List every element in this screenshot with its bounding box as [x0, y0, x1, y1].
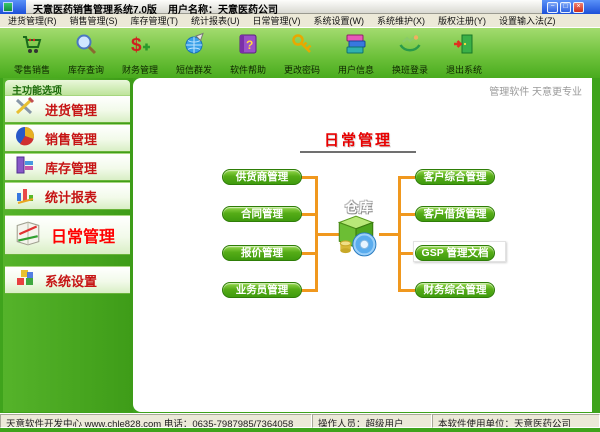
- tool-label: 财务管理: [122, 63, 158, 76]
- sidebar: 主功能选项 进货管理 销售管理 库存管理 统计报表 日常管理 系统设置: [0, 78, 133, 412]
- settings-icon: [14, 267, 36, 294]
- toolbar-user-info[interactable]: 用户信息: [332, 32, 380, 76]
- menu-maintenance[interactable]: 系统维护(X): [377, 14, 425, 27]
- sidebar-header: 主功能选项: [5, 80, 130, 95]
- tool-label: 用户信息: [338, 63, 374, 76]
- diagram-button-customer-borrow[interactable]: 客户借货管理: [415, 206, 495, 222]
- menu-registration[interactable]: 版权注册(Y): [438, 14, 486, 27]
- diagram-button-gsp-docs[interactable]: GSP 管理文档: [415, 245, 495, 261]
- toolbar-finance[interactable]: $ 财务管理: [116, 32, 164, 76]
- svg-text:$: $: [131, 35, 142, 56]
- shift-login-icon: [398, 32, 422, 61]
- connector-left-stub-1: [301, 176, 316, 179]
- page-title: 日常管理: [268, 129, 448, 150]
- connector-right-stub-4: [401, 289, 415, 292]
- restore-button[interactable]: □: [560, 2, 571, 13]
- toolbar-exit[interactable]: 退出系统: [440, 32, 488, 76]
- sidebar-item-label: 日常管理: [51, 223, 115, 247]
- warehouse-icon: [333, 212, 379, 258]
- menu-settings[interactable]: 系统设置(W): [314, 14, 365, 27]
- tool-label: 更改密码: [284, 63, 320, 76]
- svg-text:?: ?: [246, 38, 253, 52]
- toolbar: 零售销售 库存查询 $ 财务管理 短信群发 ? 软件帮助 更改密码 用户信息 换…: [0, 28, 600, 78]
- menu-sales[interactable]: 销售管理(S): [70, 14, 118, 27]
- purchase-icon: [14, 96, 36, 123]
- menu-inventory[interactable]: 库存管理(T): [131, 14, 179, 27]
- connector-right-vertical: [398, 176, 401, 292]
- sidebar-item-label: 系统设置: [45, 271, 97, 290]
- connector-left-stub-4: [301, 289, 316, 292]
- brand-slogan: 管理软件 天意更专业: [489, 83, 582, 98]
- toolbar-change-password[interactable]: 更改密码: [278, 32, 326, 76]
- app-window: 天意医药销售管理系统7.0版 用户名称：天意医药公司 − □ × 进货管理(R)…: [0, 0, 600, 432]
- connector-right-stub-1: [401, 176, 415, 179]
- diagram-button-supplier[interactable]: 供货商管理: [222, 169, 302, 185]
- finance-icon: $: [128, 32, 152, 61]
- menu-purchase[interactable]: 进货管理(R): [8, 14, 57, 27]
- search-icon: [74, 32, 98, 61]
- tool-label: 库存查询: [68, 63, 104, 76]
- tool-label: 退出系统: [446, 63, 482, 76]
- connector-left-stub-2: [301, 213, 316, 216]
- toolbar-sms[interactable]: 短信群发: [170, 32, 218, 76]
- menu-input-method[interactable]: 设置输入法(Z): [499, 14, 556, 27]
- toolbar-retail-sales[interactable]: 零售销售: [8, 32, 56, 76]
- status-developer-info: 天意软件开发中心 www.chle828.com 电话：0635-7987985…: [0, 414, 312, 428]
- toolbar-stock-query[interactable]: 库存查询: [62, 32, 110, 76]
- report-icon: [14, 183, 36, 210]
- heading-divider: [300, 151, 416, 153]
- tool-label: 零售销售: [14, 63, 50, 76]
- daily-icon: [14, 219, 42, 252]
- connector-left-stub-3: [301, 252, 316, 255]
- sidebar-item-label: 库存管理: [45, 158, 97, 177]
- inventory-icon: [14, 154, 36, 181]
- window-controls: − □ ×: [542, 0, 600, 14]
- key-icon: [290, 32, 314, 61]
- tool-label: 软件帮助: [230, 63, 266, 76]
- menu-reports[interactable]: 统计报表(U): [191, 14, 240, 27]
- status-operator: 操作人员：超级用户: [312, 414, 432, 428]
- connector-right-stub-2: [401, 213, 415, 216]
- sidebar-item-reports[interactable]: 统计报表: [5, 182, 130, 210]
- diagram-button-customer-mgmt[interactable]: 客户综合管理: [415, 169, 495, 185]
- menu-bar: 进货管理(R) 销售管理(S) 库存管理(T) 统计报表(U) 日常管理(V) …: [0, 14, 600, 28]
- sidebar-item-label: 统计报表: [45, 187, 97, 206]
- sidebar-item-label: 销售管理: [45, 129, 97, 148]
- sidebar-item-purchase[interactable]: 进货管理: [5, 95, 130, 123]
- status-licensed-company: 本软件使用单位：天意医药公司: [432, 414, 600, 428]
- tool-label: 换班登录: [392, 63, 428, 76]
- title-bar: 天意医药销售管理系统7.0版 用户名称：天意医药公司 − □ ×: [0, 0, 600, 14]
- close-button[interactable]: ×: [573, 2, 584, 13]
- sales-icon: [14, 125, 36, 152]
- main-content-panel: 管理软件 天意更专业 日常管理 仓库: [133, 78, 592, 412]
- sidebar-item-sales[interactable]: 销售管理: [5, 124, 130, 152]
- diagram-button-contract[interactable]: 合同管理: [222, 206, 302, 222]
- tool-label: 短信群发: [176, 63, 212, 76]
- diagram-button-finance-mgmt[interactable]: 财务综合管理: [415, 282, 495, 298]
- titlebar-left-block: [0, 0, 26, 14]
- exit-icon: [452, 32, 476, 61]
- diagram-button-quotation[interactable]: 报价管理: [222, 245, 302, 261]
- diagram-button-salesman[interactable]: 业务员管理: [222, 282, 302, 298]
- sidebar-item-inventory[interactable]: 库存管理: [5, 153, 130, 181]
- toolbar-shift-login[interactable]: 换班登录: [386, 32, 434, 76]
- sidebar-item-settings[interactable]: 系统设置: [5, 266, 130, 294]
- status-bar: 天意软件开发中心 www.chle828.com 电话：0635-7987985…: [0, 413, 600, 428]
- menu-daily[interactable]: 日常管理(V): [253, 14, 301, 27]
- minimize-button[interactable]: −: [547, 2, 558, 13]
- app-window-icon: [3, 2, 13, 12]
- user-info-icon: [344, 32, 368, 61]
- sidebar-item-daily[interactable]: 日常管理: [5, 215, 130, 255]
- sms-icon: [182, 32, 206, 61]
- help-icon: ?: [236, 32, 260, 61]
- toolbar-help[interactable]: ? 软件帮助: [224, 32, 272, 76]
- cart-icon: [20, 32, 44, 61]
- sidebar-item-label: 进货管理: [45, 100, 97, 119]
